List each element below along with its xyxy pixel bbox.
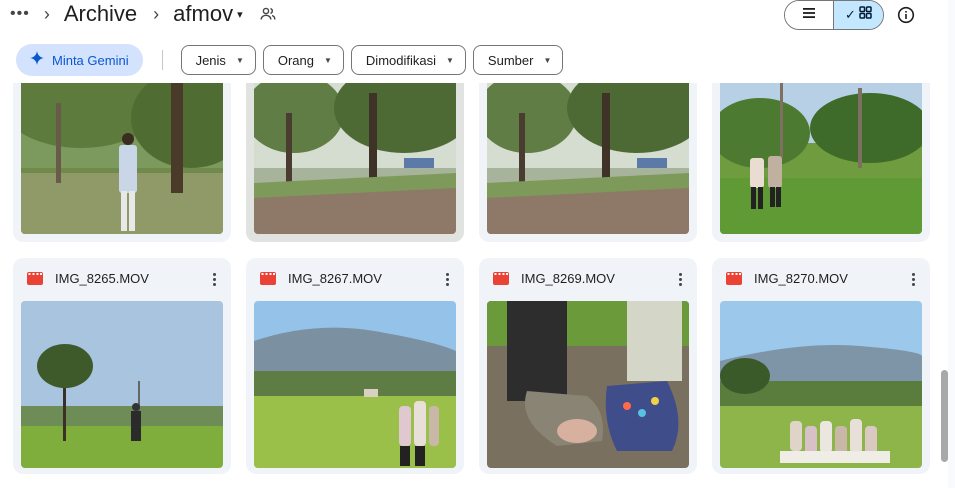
file-card[interactable]: IMG_8270.MOV xyxy=(712,258,930,474)
thumbnail-image xyxy=(21,83,223,234)
thumbnail-image xyxy=(720,83,922,234)
file-name: IMG_8269.MOV xyxy=(521,271,615,286)
sparkle-icon xyxy=(30,51,44,69)
file-name: IMG_8267.MOV xyxy=(288,271,382,286)
chevron-down-icon: ▼ xyxy=(235,55,244,65)
ask-gemini-label: Minta Gemini xyxy=(52,52,129,68)
check-icon: ✓ xyxy=(845,7,856,22)
breadcrumb-current-folder[interactable]: afmov xyxy=(173,1,233,27)
ask-gemini-button[interactable]: Minta Gemini xyxy=(16,44,143,76)
filter-chip-label: Sumber xyxy=(487,52,534,68)
file-name: IMG_8270.MOV xyxy=(754,271,848,286)
breadcrumb-more-button[interactable]: ••• xyxy=(10,5,30,23)
header: ••• › Archive › afmov ▾ ✓ xyxy=(0,0,940,30)
breadcrumb-separator: › xyxy=(43,3,50,24)
filter-chip-label: Dimodifikasi xyxy=(365,52,436,68)
scrollbar-track xyxy=(948,0,955,488)
list-view-button[interactable] xyxy=(785,1,835,29)
video-icon xyxy=(493,272,509,285)
more-options-icon[interactable] xyxy=(440,270,454,288)
filter-chip-label: Jenis xyxy=(195,52,226,68)
file-card[interactable] xyxy=(13,83,231,242)
filter-chip-label: Orang xyxy=(277,52,314,68)
file-card[interactable] xyxy=(246,83,464,242)
filter-chip-people[interactable]: Orang ▼ xyxy=(262,45,344,75)
file-card[interactable] xyxy=(479,83,697,242)
more-options-icon[interactable] xyxy=(673,270,687,288)
view-toggle: ✓ xyxy=(784,0,884,30)
thumbnail-image xyxy=(720,301,922,468)
thumbnail-image xyxy=(21,301,223,468)
chevron-down-icon[interactable]: ▾ xyxy=(237,8,243,21)
filter-bar: Minta Gemini Jenis ▼ Orang ▼ Dimodifikas… xyxy=(16,44,570,76)
more-options-icon[interactable] xyxy=(906,270,920,288)
scrollbar-thumb[interactable] xyxy=(941,370,948,462)
file-card[interactable]: IMG_8267.MOV xyxy=(246,258,464,474)
list-icon xyxy=(802,6,816,24)
file-card[interactable]: IMG_8265.MOV xyxy=(13,258,231,474)
file-name: IMG_8265.MOV xyxy=(55,271,149,286)
filter-chip-source[interactable]: Sumber ▼ xyxy=(472,45,564,75)
file-card[interactable]: IMG_8269.MOV xyxy=(479,258,697,474)
thumbnail-image xyxy=(254,83,456,234)
file-card[interactable] xyxy=(712,83,930,242)
chevron-down-icon: ▼ xyxy=(324,55,332,65)
divider xyxy=(161,50,163,70)
breadcrumb-archive[interactable]: Archive xyxy=(64,1,137,27)
more-options-icon[interactable] xyxy=(207,270,221,288)
video-icon xyxy=(260,272,276,285)
people-icon[interactable] xyxy=(259,5,277,23)
thumbnail-image xyxy=(487,83,689,234)
chevron-down-icon: ▼ xyxy=(543,55,552,65)
chevron-down-icon: ▼ xyxy=(446,55,454,65)
grid-view-button[interactable]: ✓ xyxy=(834,1,883,29)
grid-icon xyxy=(859,6,872,24)
info-icon[interactable] xyxy=(896,5,916,25)
breadcrumb-separator: › xyxy=(153,3,160,24)
video-icon xyxy=(27,272,43,285)
filter-chip-modified[interactable]: Dimodifikasi ▼ xyxy=(350,45,466,75)
file-grid: IMG_8265.MOV IMG_8267.MOV IMG_8269.MOV I… xyxy=(0,83,940,488)
breadcrumb: ••• › Archive › afmov ▾ xyxy=(10,0,277,28)
filter-chip-type[interactable]: Jenis ▼ xyxy=(180,45,256,75)
thumbnail-image xyxy=(487,301,689,468)
video-icon xyxy=(726,272,742,285)
drive-app: ••• › Archive › afmov ▾ ✓ Minta Gemini J… xyxy=(0,0,955,488)
thumbnail-image xyxy=(254,301,456,468)
